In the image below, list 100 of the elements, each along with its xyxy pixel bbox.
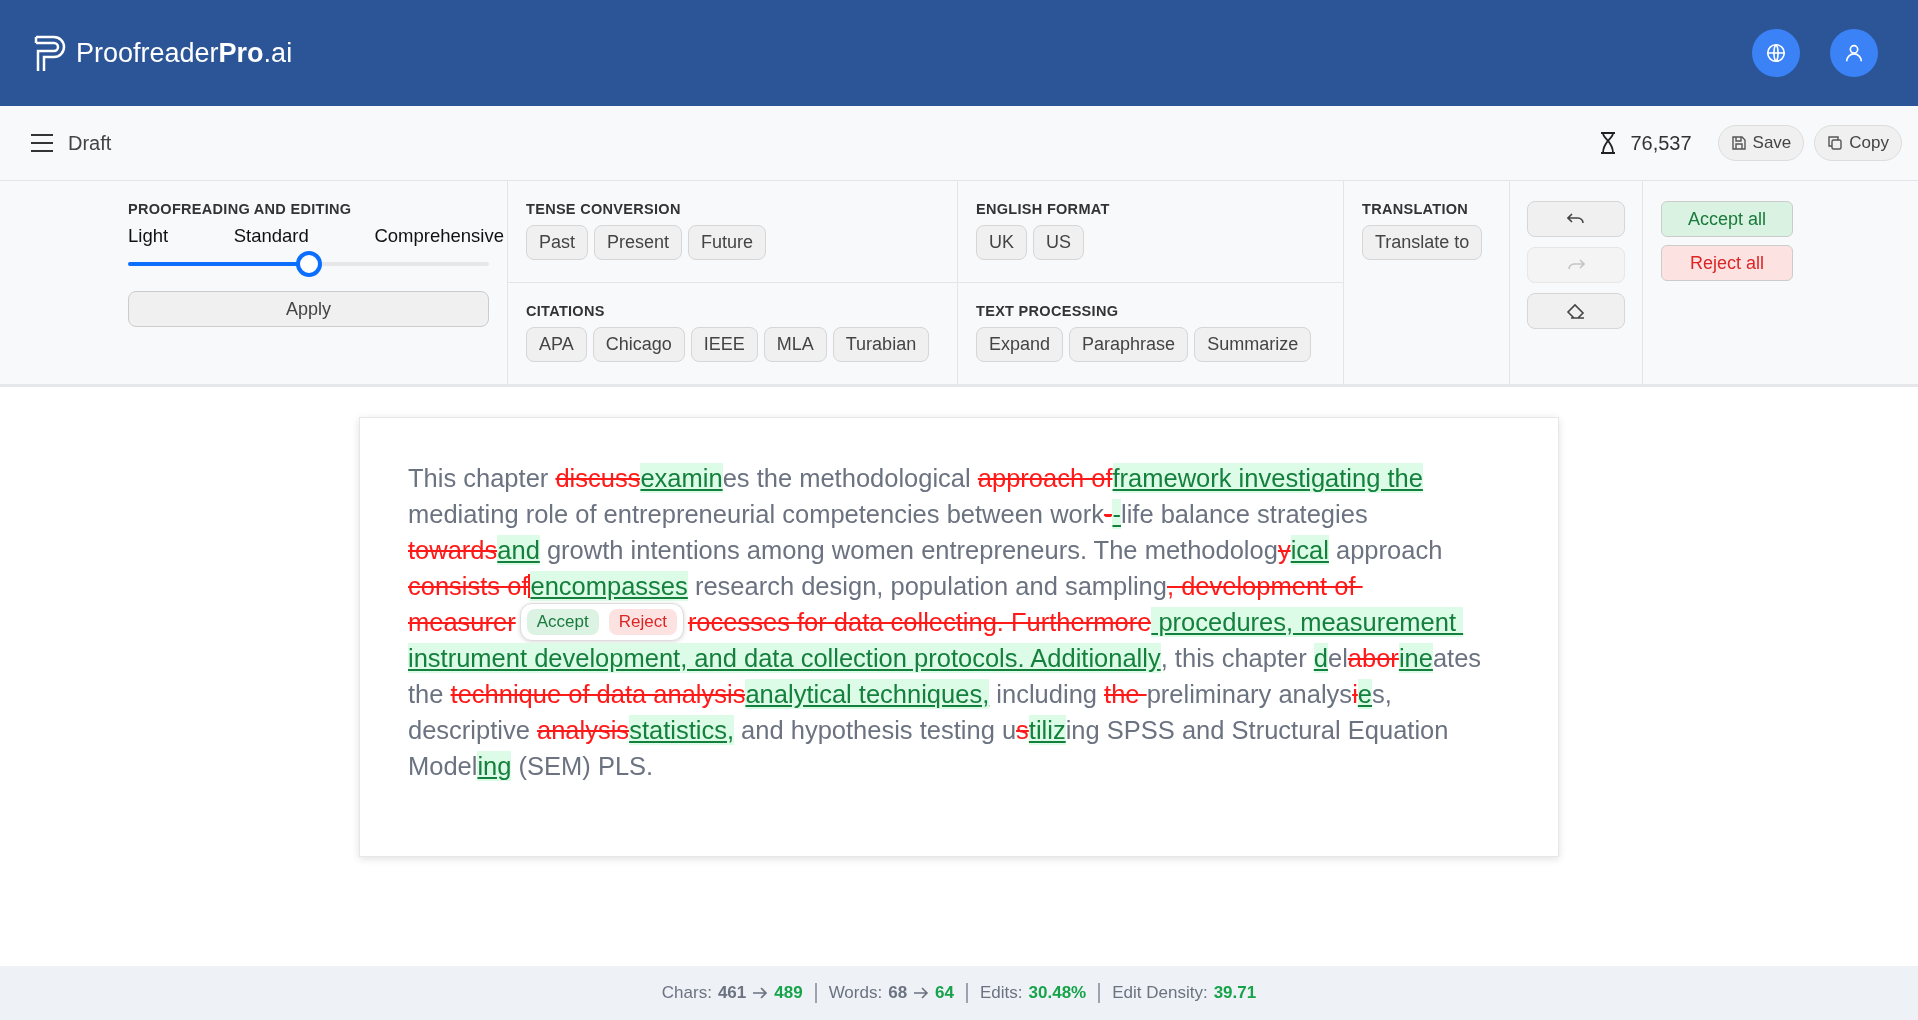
- text-run: growth intentions among women entrepreneurs. The methodolog: [545, 535, 1278, 565]
- stat-value: 64: [935, 983, 954, 1003]
- logo-text: ProofreaderPro.ai: [76, 37, 293, 69]
- option-button[interactable]: IEEE: [690, 327, 758, 362]
- save-button[interactable]: Save: [1717, 125, 1805, 161]
- level-slider[interactable]: [128, 251, 489, 277]
- deleted-text[interactable]: y: [1277, 535, 1291, 565]
- stat-value: 30.48%: [1028, 983, 1087, 1003]
- stat-value: 68: [888, 983, 908, 1003]
- language-button[interactable]: [1752, 29, 1800, 77]
- reject-button[interactable]: Reject: [608, 609, 677, 635]
- credit-count: 76,537: [1630, 131, 1692, 155]
- copy-button[interactable]: Copy: [1814, 125, 1902, 161]
- option-button[interactable]: Expand: [976, 327, 1064, 362]
- inserted-text[interactable]: statistics,: [629, 715, 734, 745]
- menu-icon[interactable]: [30, 133, 54, 153]
- option-button[interactable]: Present: [594, 225, 683, 260]
- profile-button[interactable]: [1830, 29, 1878, 77]
- inserted-text[interactable]: and: [497, 535, 540, 565]
- option-button[interactable]: Paraphrase: [1069, 327, 1189, 362]
- text-run: ing SPSS and Structural Equation: [1065, 715, 1449, 745]
- level-label: Light: [128, 225, 169, 247]
- text-run: ates: [1432, 643, 1482, 673]
- text-run: life balance strategies: [1121, 499, 1368, 529]
- deleted-text[interactable]: towards: [408, 535, 498, 565]
- reject-all-button[interactable]: Reject all: [1661, 245, 1793, 281]
- inserted-text[interactable]: analytical techniques,: [745, 679, 990, 709]
- option-button[interactable]: US: [1033, 225, 1085, 260]
- section-title: TENSE CONVERSION: [526, 201, 682, 217]
- text-run: el: [1327, 643, 1348, 673]
- document-title: Draft: [68, 131, 112, 155]
- deleted-text[interactable]: i: [1352, 679, 1358, 709]
- undo-icon: [1567, 212, 1585, 226]
- option-button[interactable]: Summarize: [1194, 327, 1312, 362]
- eraser-button[interactable]: [1527, 293, 1625, 329]
- eraser-icon: [1566, 302, 1586, 320]
- inserted-text[interactable]: encompasses: [530, 571, 688, 601]
- section-title: ENGLISH FORMAT: [976, 201, 1111, 217]
- section-title: TEXT PROCESSING: [976, 303, 1120, 319]
- redo-icon: [1567, 258, 1585, 272]
- text-run: s,: [1372, 679, 1392, 709]
- stat-label: Words:: [828, 983, 883, 1003]
- copy-icon: [1827, 135, 1844, 151]
- inserted-text[interactable]: d: [1313, 643, 1328, 673]
- translate-button[interactable]: Translate to: [1362, 225, 1483, 260]
- text-run: mediating role of entrepreneurial competencies between work: [408, 499, 1104, 529]
- inserted-text[interactable]: procedures, measurement: [1151, 607, 1464, 637]
- inserted-text[interactable]: -: [1112, 499, 1121, 529]
- deleted-text[interactable]: abor: [1347, 643, 1399, 673]
- section-title: PROOFREADING AND EDITING: [128, 201, 353, 217]
- stat-label: Edits:: [980, 983, 1023, 1003]
- section-title: CITATIONS: [526, 303, 606, 319]
- option-button[interactable]: UK: [976, 225, 1027, 260]
- inserted-text[interactable]: ing: [477, 751, 512, 781]
- deleted-text[interactable]: , development of: [1166, 571, 1363, 601]
- inserted-text[interactable]: tiliz: [1028, 715, 1066, 745]
- option-button[interactable]: Future: [688, 225, 767, 260]
- deleted-text[interactable]: technique of data analysis: [450, 679, 746, 709]
- stat-value: 489: [774, 983, 803, 1003]
- text-run: This chapter: [408, 463, 550, 493]
- option-button[interactable]: Past: [526, 225, 589, 260]
- option-button[interactable]: MLA: [763, 327, 827, 362]
- accept-all-button[interactable]: Accept all: [1661, 201, 1793, 237]
- inserted-text[interactable]: ine: [1398, 643, 1433, 673]
- text-run: the: [408, 679, 445, 709]
- text-run: Model: [408, 751, 478, 781]
- stat-label: Edit Density:: [1112, 983, 1208, 1003]
- inserted-text[interactable]: ical: [1290, 535, 1329, 565]
- deleted-text[interactable]: -: [1104, 499, 1113, 529]
- hourglass-icon: [1600, 132, 1617, 154]
- deleted-text[interactable]: consists of: [408, 571, 529, 601]
- deleted-text[interactable]: discuss: [555, 463, 641, 493]
- text-run: approach: [1335, 535, 1443, 565]
- text-run: and hypothesis testing u: [740, 715, 1017, 745]
- section-title: TRANSLATION: [1362, 201, 1470, 217]
- arrow-icon: [752, 986, 769, 1000]
- option-button[interactable]: Chicago: [592, 327, 685, 362]
- text-cursor: [528, 574, 531, 598]
- option-button[interactable]: Turabian: [832, 327, 930, 362]
- deleted-text[interactable]: approach of: [977, 463, 1113, 493]
- stat-value: 461: [717, 983, 747, 1003]
- text-run: research design, population and sampling: [693, 571, 1167, 601]
- option-button[interactable]: APA: [526, 327, 587, 362]
- text-run: descriptive: [408, 715, 531, 745]
- inserted-text[interactable]: framework investigating the: [1112, 463, 1423, 493]
- text-run: es the methodological: [722, 463, 972, 493]
- deleted-text[interactable]: the: [1104, 679, 1147, 709]
- deleted-text[interactable]: rocesses for data collecting. Furthermore: [687, 607, 1152, 637]
- deleted-text[interactable]: measurer: [408, 607, 516, 637]
- inserted-text[interactable]: examin: [640, 463, 723, 493]
- apply-button[interactable]: Apply: [128, 291, 489, 327]
- text-run: preliminary analys: [1146, 679, 1353, 709]
- deleted-text[interactable]: s: [1016, 715, 1029, 745]
- deleted-text[interactable]: analysis: [537, 715, 630, 745]
- inserted-text[interactable]: instrument development, and data collection protocols. Additionally: [408, 643, 1161, 673]
- arrow-icon: [913, 986, 930, 1000]
- user-icon: [1843, 42, 1865, 64]
- inserted-text[interactable]: e: [1357, 679, 1372, 709]
- accept-button[interactable]: Accept: [526, 609, 599, 635]
- level-label: Standard: [233, 225, 309, 247]
